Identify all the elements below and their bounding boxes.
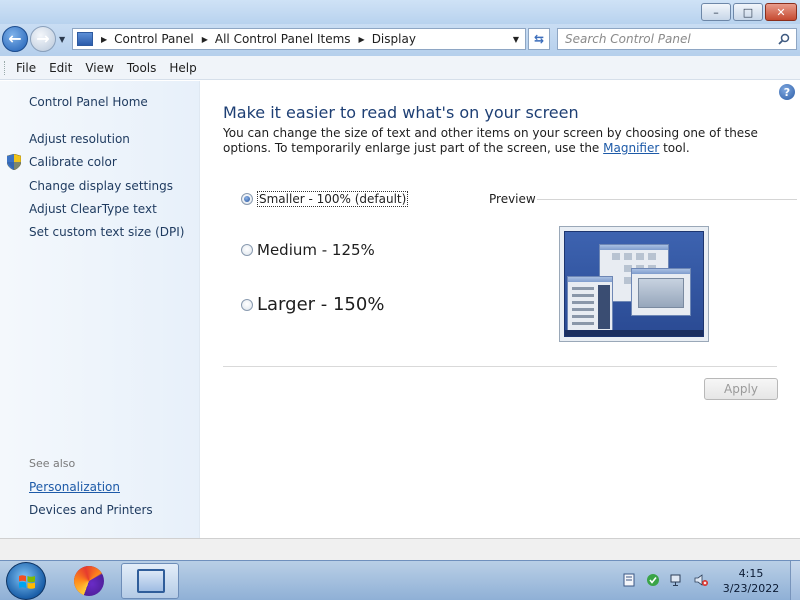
back-arrow-icon: ← [8, 29, 22, 48]
start-button[interactable] [6, 562, 46, 600]
recent-pages-dropdown-icon[interactable]: ▼ [59, 35, 65, 44]
see-also-heading: See also [29, 457, 76, 470]
minimize-button[interactable]: – [701, 3, 731, 21]
breadcrumb-display[interactable]: Display [372, 32, 416, 46]
control-panel-icon [77, 32, 93, 46]
back-button[interactable]: ← [2, 26, 28, 52]
preview-taskbar [565, 330, 703, 336]
menu-edit[interactable]: Edit [49, 61, 72, 75]
change-display-settings-link[interactable]: Change display settings [29, 179, 173, 193]
menu-tools[interactable]: Tools [127, 61, 157, 75]
option-medium[interactable]: Medium - 125% [241, 241, 375, 259]
forward-arrow-icon: → [36, 29, 50, 48]
update-shield-icon[interactable] [646, 573, 660, 587]
uac-shield-icon [7, 154, 21, 170]
page-title: Make it easier to read what's on your sc… [223, 103, 579, 122]
help-icon: ? [783, 85, 791, 99]
option-larger[interactable]: Larger - 150% [241, 294, 384, 315]
menu-help[interactable]: Help [169, 61, 196, 75]
navigation-bar: ← → ▼ ▶ Control Panel ▶ All Control Pane… [0, 24, 800, 56]
main-content: ? Make it easier to read what's on your … [201, 81, 800, 538]
forward-button[interactable]: → [30, 26, 56, 52]
menu-grip [4, 60, 8, 75]
maximize-button[interactable]: □ [733, 3, 763, 21]
show-desktop-button[interactable] [790, 561, 800, 600]
option-smaller[interactable]: Smaller - 100% (default) [241, 191, 409, 207]
content-divider [223, 366, 777, 367]
breadcrumb-all-items[interactable]: All Control Panel Items [215, 32, 351, 46]
breadcrumb-control-panel[interactable]: Control Panel [114, 32, 194, 46]
breadcrumb-separator-icon[interactable]: ▶ [202, 35, 208, 44]
preview-label: Preview [489, 192, 536, 206]
apply-button[interactable]: Apply [704, 378, 778, 400]
option-medium-label[interactable]: Medium - 125% [257, 241, 375, 259]
personalization-link[interactable]: Personalization [29, 480, 120, 494]
taskbar-control-panel[interactable] [121, 563, 179, 599]
taskbar-firefox[interactable] [60, 563, 118, 599]
address-dropdown-icon[interactable]: ▼ [513, 35, 519, 44]
adjust-resolution-link[interactable]: Adjust resolution [29, 132, 130, 146]
taskbar: 4:15 3/23/2022 [0, 560, 800, 600]
menu-bar: File Edit View Tools Help [0, 56, 800, 80]
volume-muted-icon[interactable] [694, 573, 708, 587]
preview-image [559, 226, 709, 342]
devices-printers-link[interactable]: Devices and Printers [29, 503, 153, 517]
preview-window-explorer [567, 276, 613, 334]
clock-time: 4:15 [738, 567, 764, 580]
radio-medium[interactable] [241, 244, 253, 256]
calibrate-color-link[interactable]: Calibrate color [29, 155, 117, 169]
page-description: You can change the size of text and othe… [223, 126, 758, 155]
control-panel-home-link[interactable]: Control Panel Home [29, 95, 148, 109]
title-bar: – □ ✕ [0, 0, 800, 24]
magnifier-link[interactable]: Magnifier [603, 141, 659, 155]
search-icon[interactable] [778, 33, 790, 45]
refresh-button[interactable]: ⇆ [528, 28, 550, 50]
status-bar [0, 538, 800, 560]
option-smaller-label[interactable]: Smaller - 100% (default) [257, 191, 409, 207]
radio-smaller[interactable] [241, 193, 253, 205]
network-icon[interactable] [670, 573, 684, 587]
clock[interactable]: 4:15 3/23/2022 [716, 566, 786, 596]
breadcrumb: ▶ Control Panel ▶ All Control Panel Item… [93, 32, 416, 46]
windows-logo-icon [19, 575, 35, 589]
help-button[interactable]: ? [779, 84, 795, 100]
radio-larger[interactable] [241, 298, 253, 311]
preview-window-front [631, 268, 691, 316]
search-input[interactable] [565, 32, 775, 46]
breadcrumb-separator-icon[interactable]: ▶ [101, 35, 107, 44]
preview-divider [537, 199, 797, 200]
adjust-cleartype-link[interactable]: Adjust ClearType text [29, 202, 157, 216]
option-larger-label[interactable]: Larger - 150% [257, 294, 384, 315]
task-pane: Control Panel Home Adjust resolution Cal… [0, 81, 200, 538]
menu-file[interactable]: File [16, 61, 36, 75]
menu-view[interactable]: View [85, 61, 113, 75]
custom-text-size-link[interactable]: Set custom text size (DPI) [29, 225, 184, 239]
control-panel-taskbar-icon [137, 569, 165, 593]
search-box [557, 28, 797, 50]
close-button[interactable]: ✕ [765, 3, 797, 21]
clock-date: 3/23/2022 [722, 582, 780, 595]
preview-desktop [564, 231, 704, 337]
address-bar[interactable]: ▶ Control Panel ▶ All Control Panel Item… [72, 28, 526, 50]
breadcrumb-separator-icon[interactable]: ▶ [359, 35, 365, 44]
action-center-icon[interactable] [622, 573, 636, 587]
refresh-icon: ⇆ [533, 32, 545, 46]
